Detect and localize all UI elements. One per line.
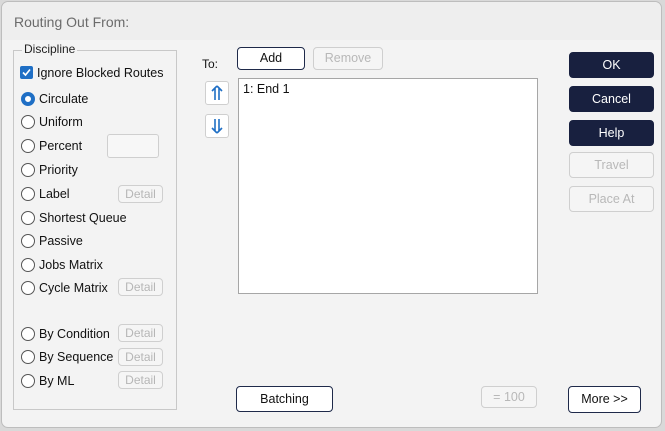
help-button[interactable]: Help [569, 120, 654, 146]
label-shortest-queue: Shortest Queue [39, 211, 127, 225]
batching-button[interactable]: Batching [236, 386, 333, 412]
radio-shortest-queue[interactable] [21, 211, 35, 225]
label-priority: Priority [39, 163, 78, 177]
label-circulate: Circulate [39, 92, 89, 106]
radio-cycle-matrix[interactable] [21, 281, 35, 295]
label-by-condition: By Condition [39, 327, 110, 341]
ignore-blocked-routes-checkbox[interactable] [20, 66, 33, 79]
label-uniform: Uniform [39, 115, 83, 129]
more-button[interactable]: More >> [568, 386, 641, 413]
label-passive: Passive [39, 234, 83, 248]
radio-percent[interactable] [21, 139, 35, 153]
ok-button[interactable]: OK [569, 52, 654, 78]
cancel-button[interactable]: Cancel [569, 86, 654, 112]
radio-uniform[interactable] [21, 115, 35, 129]
place-at-button[interactable]: Place At [569, 186, 654, 212]
remove-button[interactable]: Remove [313, 47, 383, 70]
add-button[interactable]: Add [237, 47, 305, 70]
by-condition-detail-button[interactable]: Detail [118, 324, 163, 342]
discipline-legend: Discipline [22, 42, 78, 56]
routing-out-dialog: Routing Out From: Discipline Ignore Bloc… [1, 1, 662, 428]
label-percent: Percent [39, 139, 83, 153]
radio-priority[interactable] [21, 163, 35, 177]
label-cycle-matrix: Cycle Matrix [39, 281, 108, 295]
radio-jobs-matrix[interactable] [21, 258, 35, 272]
travel-button[interactable]: Travel [569, 152, 654, 178]
destination-list[interactable]: 1: End 1 [238, 78, 538, 294]
dialog-title: Routing Out From: [14, 14, 130, 30]
percent-input[interactable] [107, 134, 159, 158]
radio-by-condition[interactable] [21, 327, 35, 341]
arrow-up-icon [211, 85, 223, 100]
check-icon [22, 68, 31, 77]
radio-by-sequence[interactable] [21, 350, 35, 364]
by-ml-detail-button[interactable]: Detail [118, 371, 163, 389]
equals-100-button[interactable]: = 100 [481, 386, 537, 408]
move-up-button[interactable] [205, 81, 229, 105]
radio-label[interactable] [21, 187, 35, 201]
title-bar: Routing Out From: [2, 2, 661, 40]
move-down-button[interactable] [205, 114, 229, 138]
list-item[interactable]: 1: End 1 [243, 82, 290, 96]
label-detail-button[interactable]: Detail [118, 185, 163, 203]
label-by-ml: By ML [39, 374, 75, 388]
by-sequence-detail-button[interactable]: Detail [118, 348, 163, 366]
radio-by-ml[interactable] [21, 374, 35, 388]
radio-circulate[interactable] [21, 92, 35, 106]
label-jobs-matrix: Jobs Matrix [39, 258, 103, 272]
label-by-sequence: By Sequence [39, 350, 114, 364]
to-label: To: [202, 57, 219, 71]
arrow-down-icon [211, 119, 223, 134]
cycle-matrix-detail-button[interactable]: Detail [118, 278, 163, 296]
ignore-blocked-routes-label: Ignore Blocked Routes [37, 66, 164, 80]
radio-passive[interactable] [21, 234, 35, 248]
label-label: Label [39, 187, 70, 201]
